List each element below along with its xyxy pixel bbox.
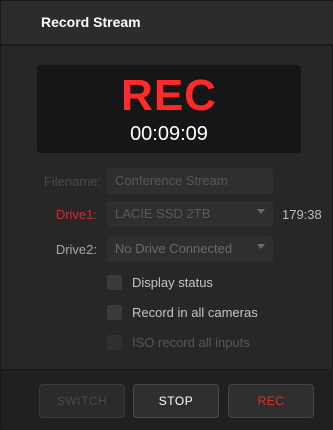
chevron-down-icon [257,244,265,249]
record-all-cameras-label: Record in all cameras [132,305,258,320]
rec-button[interactable]: REC [228,384,314,418]
drive2-label: Drive2: [55,242,97,257]
iso-record-all-inputs-label: ISO record all inputs [132,335,250,350]
drive2-select[interactable]: No Drive Connected [107,236,273,262]
drive1-select[interactable]: LACIE SSD 2TB [107,201,273,227]
switch-button[interactable]: SWITCH [39,384,125,418]
stop-button[interactable]: STOP [133,384,219,418]
drive2-value: No Drive Connected [115,241,233,256]
panel-title: Record Stream [41,14,141,30]
drive1-value: LACIE SSD 2TB [115,206,211,221]
header-divider [1,44,333,46]
rec-indicator: REC [121,71,217,120]
recording-timecode: 00:09:09 [130,123,208,145]
recording-status-display: REC 00:09:09 [37,65,301,153]
display-status-label: Display status [132,275,213,290]
filename-field[interactable]: Conference Stream [107,168,273,194]
record-all-cameras-checkbox[interactable] [107,305,122,320]
chevron-down-icon [257,209,265,214]
record-stream-panel: Record Stream REC 00:09:09 Filename: Con… [0,0,333,430]
display-status-checkbox[interactable] [107,275,122,290]
drive1-time-remaining: 179:38 [282,207,322,222]
iso-record-all-inputs-checkbox[interactable] [107,335,122,350]
drive1-label: Drive1: [55,207,97,222]
panel-header: Record Stream [1,1,333,46]
filename-label: Filename: [43,174,101,189]
